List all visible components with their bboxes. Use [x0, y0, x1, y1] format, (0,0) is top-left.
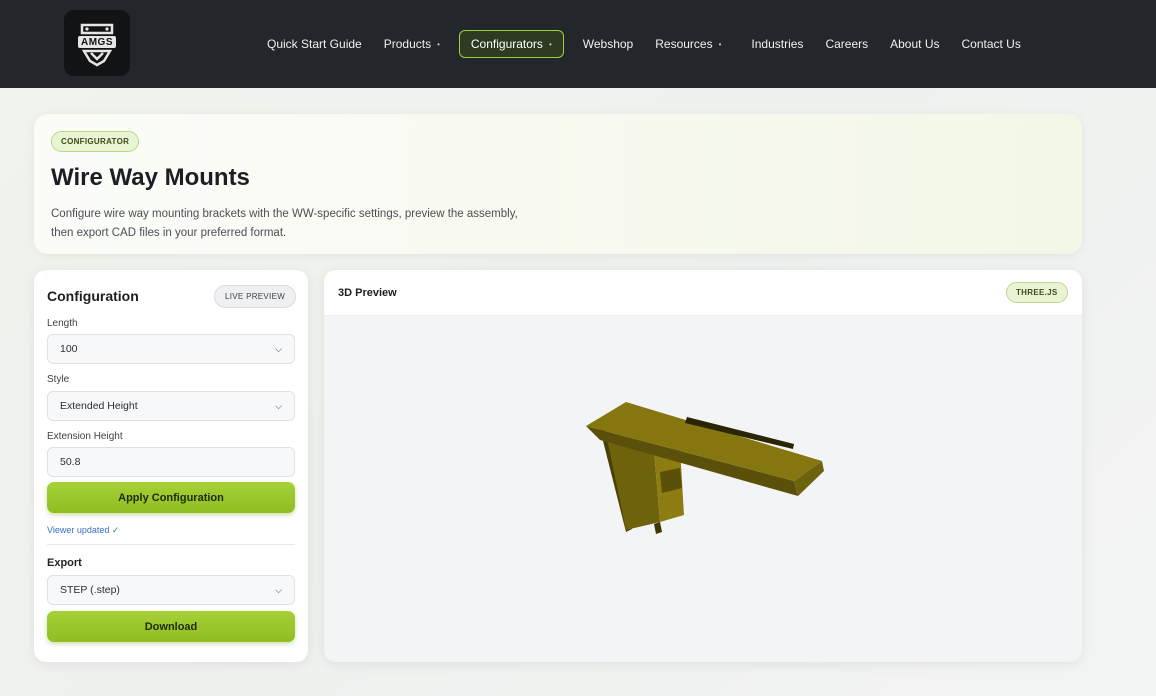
viewer-status: Viewer updated ✓ — [47, 525, 120, 535]
top-navbar: AMGS Quick Start Guide Products • Config… — [0, 0, 1156, 88]
configuration-title: Configuration — [47, 288, 139, 304]
dropdown-dot-icon: • — [718, 39, 722, 49]
nav-label: Contact Us — [961, 37, 1021, 51]
page-header-card: CONFIGURATOR Wire Way Mounts Configure w… — [34, 114, 1082, 254]
main-nav: Quick Start Guide Products • Configurato… — [256, 30, 1032, 58]
description-line-1: Configure wire way mounting brackets wit… — [51, 208, 518, 220]
nav-quick-start-guide[interactable]: Quick Start Guide — [256, 30, 373, 58]
bracket-stem — [654, 522, 662, 534]
apply-configuration-button[interactable]: Apply Configuration — [47, 482, 295, 513]
threejs-badge: THREE.JS — [1006, 282, 1068, 303]
amgs-logo[interactable]: AMGS — [64, 10, 130, 76]
preview-title: 3D Preview — [338, 287, 397, 299]
nav-products[interactable]: Products • — [373, 30, 451, 58]
live-preview-badge: LIVE PREVIEW — [214, 285, 297, 308]
chevron-down-icon: ⌵ — [275, 400, 282, 411]
style-select[interactable]: Extended Height ⌵ — [47, 391, 295, 421]
nav-label: Quick Start Guide — [267, 37, 362, 51]
configuration-panel: Configuration LIVE PREVIEW Length 100 ⌵ … — [34, 270, 308, 662]
nav-configurators[interactable]: Configurators • — [458, 30, 564, 58]
nav-label: Resources — [655, 37, 713, 51]
extension-height-label: Extension Height — [47, 431, 123, 442]
nav-careers[interactable]: Careers — [814, 30, 879, 58]
nav-contact-us[interactable]: Contact Us — [950, 30, 1031, 58]
nav-about-us[interactable]: About Us — [879, 30, 950, 58]
export-format-select[interactable]: STEP (.step) ⌵ — [47, 575, 295, 605]
nav-resources[interactable]: Resources • — [644, 30, 732, 58]
export-format-value: STEP (.step) — [60, 584, 120, 596]
wire-way-mount-model — [586, 402, 824, 534]
nav-label: Configurators — [470, 37, 543, 51]
preview-panel: 3D Preview THREE.JS — [324, 270, 1082, 662]
preview-header: 3D Preview THREE.JS — [324, 270, 1082, 316]
extension-height-value: 50.8 — [60, 456, 81, 468]
page-title: Wire Way Mounts — [51, 164, 250, 191]
description-line-2: then export CAD files in your preferred … — [51, 227, 287, 239]
3d-viewport[interactable] — [324, 316, 1082, 662]
style-label: Style — [47, 374, 70, 385]
nav-label: About Us — [890, 37, 940, 51]
style-value: Extended Height — [60, 400, 138, 412]
divider — [47, 544, 295, 545]
export-label: Export — [47, 557, 82, 569]
logo-text: AMGS — [81, 37, 113, 48]
extension-height-input[interactable]: 50.8 — [47, 447, 295, 477]
nav-label: Industries — [751, 37, 804, 51]
nav-label: Webshop — [582, 37, 634, 51]
page-description: Configure wire way mounting brackets wit… — [51, 205, 651, 243]
chevron-down-icon: ⌵ — [275, 584, 282, 595]
nav-label: Products — [383, 37, 432, 51]
chevron-down-icon: ⌵ — [275, 343, 282, 354]
length-value: 100 — [60, 343, 78, 355]
download-button[interactable]: Download — [47, 611, 295, 642]
nav-label: Careers — [825, 37, 869, 51]
length-select[interactable]: 100 ⌵ — [47, 334, 295, 364]
dropdown-dot-icon: • — [437, 39, 440, 49]
dropdown-dot-icon: • — [548, 39, 552, 49]
nav-industries[interactable]: Industries — [740, 30, 814, 58]
nav-webshop[interactable]: Webshop — [572, 30, 644, 58]
length-label: Length — [47, 318, 78, 329]
configurator-badge: CONFIGURATOR — [51, 131, 140, 152]
